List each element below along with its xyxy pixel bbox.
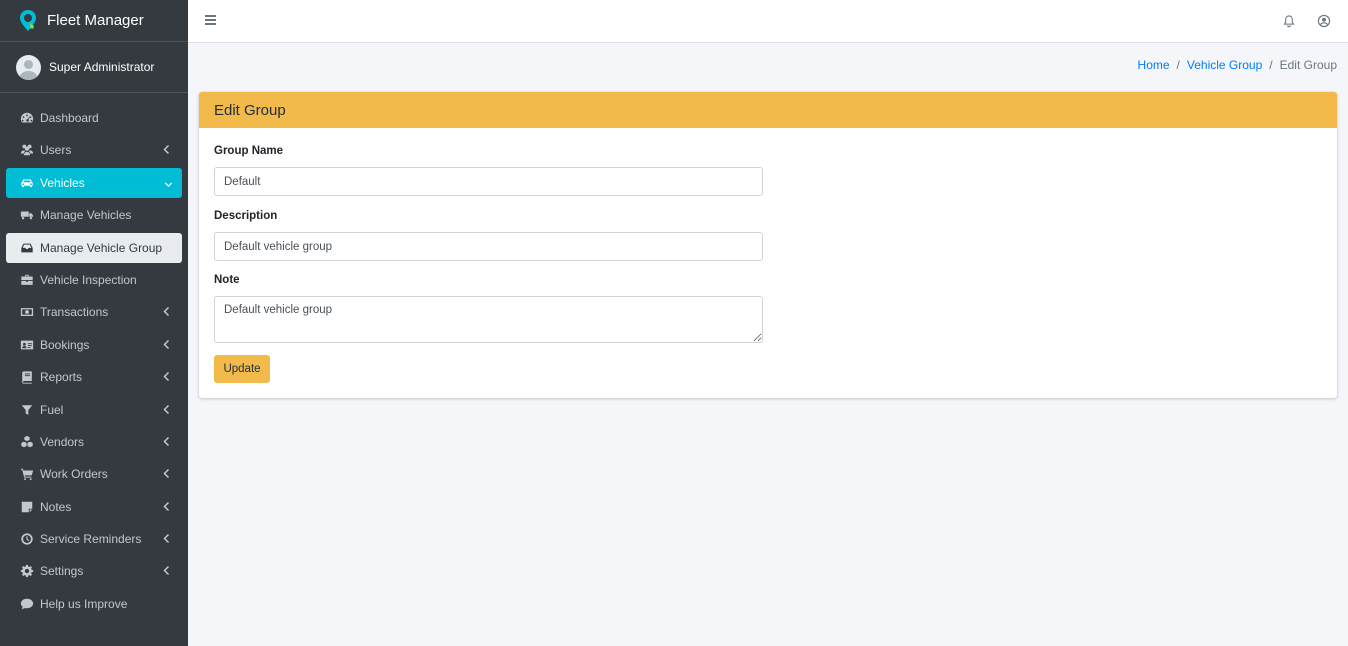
chevron-left-icon	[163, 404, 170, 415]
sidebar-item-label: Bookings	[40, 337, 90, 352]
breadcrumb-current: Edit Group	[1279, 58, 1337, 72]
sidebar-item-help-us-improve[interactable]: Help us Improve	[6, 589, 182, 619]
note-textarea[interactable]: Default vehicle group	[214, 296, 763, 343]
chevron-left-icon	[163, 533, 170, 544]
chevron-left-icon	[163, 468, 170, 479]
user-panel[interactable]: Super Administrator	[0, 42, 188, 93]
sidebar-item-transactions[interactable]: Transactions	[6, 297, 182, 327]
sidebar-item-work-orders[interactable]: Work Orders	[6, 459, 182, 489]
top-navbar	[188, 0, 1348, 43]
update-button[interactable]: Update	[214, 355, 270, 383]
cart-icon	[20, 467, 34, 481]
sidebar-item-vehicles[interactable]: Vehicles	[6, 167, 182, 198]
card-header: Edit Group	[199, 92, 1337, 128]
breadcrumb-separator: /	[1176, 58, 1180, 72]
clock-icon	[20, 532, 34, 546]
users-icon	[20, 143, 34, 157]
filter-icon	[20, 403, 34, 417]
sidebar-item-label: Users	[40, 143, 72, 158]
sidebar-item-settings[interactable]: Settings	[6, 556, 182, 586]
sidebar-item-label: Service Reminders	[40, 532, 142, 547]
sidebar-item-label: Manage Vehicle Group	[40, 240, 163, 255]
sidebar-item-bookings[interactable]: Bookings	[6, 330, 182, 360]
user-name: Super Administrator	[49, 60, 155, 74]
briefcase-icon	[20, 273, 34, 287]
chevron-left-icon	[163, 371, 170, 382]
sidebar-item-notes[interactable]: Notes	[6, 492, 182, 522]
sidebar-item-dashboard[interactable]: Dashboard	[6, 103, 182, 133]
fleet-logo-icon	[20, 9, 36, 31]
sidebar-item-label: Notes	[40, 499, 72, 514]
breadcrumb: Home / Vehicle Group / Edit Group	[1138, 58, 1337, 72]
edit-group-card: Edit Group Group Name Description Note D…	[199, 92, 1337, 398]
inbox-icon	[20, 241, 34, 255]
breadcrumb-vehicle-group-link[interactable]: Vehicle Group	[1187, 58, 1262, 72]
card-title: Edit Group	[214, 101, 286, 119]
sidebar-item-label: Help us Improve	[40, 596, 128, 611]
group-name-form-group: Group Name	[214, 145, 763, 196]
avatar	[16, 54, 41, 80]
group-name-input[interactable]	[214, 167, 763, 196]
description-input[interactable]	[214, 232, 763, 261]
sidebar: Fleet Manager Super Administrator Dashbo…	[0, 0, 188, 646]
dashboard-icon	[20, 111, 34, 125]
sidebar-item-reports[interactable]: Reports	[6, 362, 182, 392]
sidebar-item-label: Transactions	[40, 305, 109, 320]
chevron-left-icon	[163, 306, 170, 317]
truck-icon	[20, 208, 34, 222]
sidebar-item-label: Dashboard	[40, 111, 99, 125]
book-icon	[20, 370, 34, 384]
chevron-left-icon	[163, 501, 170, 512]
sidebar-item-vendors[interactable]: Vendors	[6, 427, 182, 457]
user-circle-icon[interactable]	[1317, 14, 1331, 28]
note-label: Note	[214, 274, 240, 286]
comment-icon	[20, 597, 34, 611]
bell-icon[interactable]	[1282, 14, 1296, 28]
breadcrumb-home-link[interactable]: Home	[1138, 58, 1170, 72]
chevron-left-icon	[163, 144, 170, 155]
sidebar-item-manage-vehicle-group[interactable]: Manage Vehicle Group	[6, 232, 182, 263]
sidebar-item-vehicle-inspection[interactable]: Vehicle Inspection	[6, 265, 182, 295]
sidebar-item-label: Vehicles	[40, 175, 85, 190]
hamburger-menu-icon[interactable]	[205, 15, 216, 25]
gear-icon	[20, 564, 34, 578]
sidebar-item-manage-vehicles[interactable]: Manage Vehicles	[6, 200, 182, 230]
sidebar-item-label: Work Orders	[40, 467, 108, 482]
sidebar-nav: Dashboard Users Vehicles Manage Vehicles…	[0, 93, 188, 619]
chevron-left-icon	[163, 339, 170, 350]
cubes-icon	[20, 435, 34, 449]
sidebar-item-label: Fuel	[40, 402, 64, 417]
sidebar-item-users[interactable]: Users	[6, 135, 182, 165]
brand[interactable]: Fleet Manager	[0, 0, 188, 42]
sidebar-item-service-reminders[interactable]: Service Reminders	[6, 524, 182, 554]
chevron-left-icon	[163, 436, 170, 447]
sidebar-item-label: Settings	[40, 564, 84, 579]
sidebar-item-label: Reports	[40, 370, 83, 385]
description-form-group: Description	[214, 210, 763, 261]
money-icon	[20, 305, 34, 319]
sticky-note-icon	[20, 500, 34, 514]
breadcrumb-separator: /	[1269, 58, 1273, 72]
chevron-left-icon	[163, 565, 170, 576]
app-title: Fleet Manager	[47, 12, 144, 29]
note-form-group: Note Default vehicle group	[214, 274, 763, 343]
car-icon	[20, 176, 34, 190]
description-label: Description	[214, 210, 278, 222]
address-card-icon	[20, 338, 34, 352]
sidebar-item-label: Vehicle Inspection	[40, 272, 137, 287]
sidebar-item-label: Manage Vehicles	[40, 208, 132, 223]
chevron-down-icon	[164, 177, 173, 188]
sidebar-item-label: Vendors	[40, 434, 85, 449]
group-name-label: Group Name	[214, 145, 284, 157]
sidebar-item-fuel[interactable]: Fuel	[6, 395, 182, 425]
